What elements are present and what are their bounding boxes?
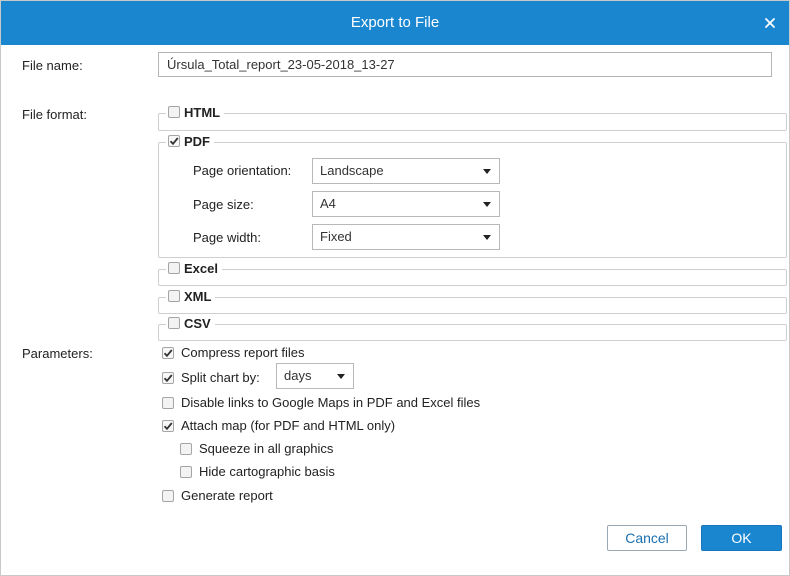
html-checkbox[interactable] [168, 106, 180, 118]
page-orientation-select[interactable]: Landscape [312, 158, 500, 184]
page-width-label: Page width: [193, 230, 261, 245]
checkmark-icon [163, 349, 173, 358]
attach-map-checkbox[interactable] [162, 420, 174, 432]
checkmark-icon [163, 374, 173, 383]
parameters-label: Parameters: [22, 346, 93, 361]
page-orientation-label: Page orientation: [193, 163, 292, 178]
pdf-label: PDF [184, 134, 210, 149]
file-format-label: File format: [22, 107, 88, 122]
chevron-down-icon [337, 374, 345, 379]
pdf-checkbox[interactable] [168, 135, 180, 147]
chevron-down-icon [483, 202, 491, 207]
html-fieldset [158, 113, 787, 131]
ok-button[interactable]: OK [701, 525, 782, 551]
checkmark-icon [169, 137, 179, 146]
page-width-value: Fixed [320, 229, 352, 244]
csv-legend: CSV [166, 316, 215, 332]
split-chart-value: days [284, 368, 312, 383]
split-chart-select[interactable]: days [276, 363, 354, 389]
generate-report-label: Generate report [181, 488, 273, 503]
disable-links-checkbox[interactable] [162, 397, 174, 409]
xml-fieldset [158, 297, 787, 314]
squeeze-checkbox[interactable] [180, 443, 192, 455]
dialog-title: Export to File [350, 14, 440, 31]
excel-label: Excel [184, 261, 218, 276]
squeeze-label: Squeeze in all graphics [199, 441, 334, 456]
csv-label: CSV [184, 316, 211, 331]
compress-label: Compress report files [181, 345, 305, 360]
dialog-titlebar: Export to File [1, 1, 789, 45]
hide-basis-label: Hide cartographic basis [199, 464, 335, 479]
xml-label: XML [184, 289, 212, 304]
excel-checkbox[interactable] [168, 262, 180, 274]
file-name-label: File name: [22, 58, 83, 73]
file-name-input[interactable] [158, 52, 772, 77]
pdf-legend: PDF [166, 134, 214, 150]
xml-checkbox[interactable] [168, 290, 180, 302]
disable-links-label: Disable links to Google Maps in PDF and … [181, 395, 481, 410]
csv-fieldset [158, 324, 787, 341]
cancel-button[interactable]: Cancel [607, 525, 687, 551]
hide-basis-checkbox[interactable] [180, 466, 192, 478]
compress-checkbox[interactable] [162, 347, 174, 359]
xml-legend: XML [166, 289, 216, 305]
excel-fieldset [158, 269, 787, 286]
page-width-select[interactable]: Fixed [312, 224, 500, 250]
page-size-select[interactable]: A4 [312, 191, 500, 217]
generate-report-checkbox[interactable] [162, 490, 174, 502]
close-icon[interactable] [763, 16, 777, 30]
split-chart-checkbox[interactable] [162, 372, 174, 384]
page-orientation-value: Landscape [320, 163, 384, 178]
chevron-down-icon [483, 169, 491, 174]
page-size-value: A4 [320, 196, 336, 211]
html-legend: HTML [166, 105, 225, 121]
excel-legend: Excel [166, 261, 222, 277]
page-size-label: Page size: [193, 197, 254, 212]
export-dialog: Export to File File name: File format: H… [0, 0, 790, 576]
csv-checkbox[interactable] [168, 317, 180, 329]
chevron-down-icon [483, 235, 491, 240]
checkmark-icon [163, 422, 173, 431]
attach-map-label: Attach map (for PDF and HTML only) [181, 418, 396, 433]
split-chart-label: Split chart by: [181, 370, 260, 385]
html-label: HTML [184, 105, 221, 120]
